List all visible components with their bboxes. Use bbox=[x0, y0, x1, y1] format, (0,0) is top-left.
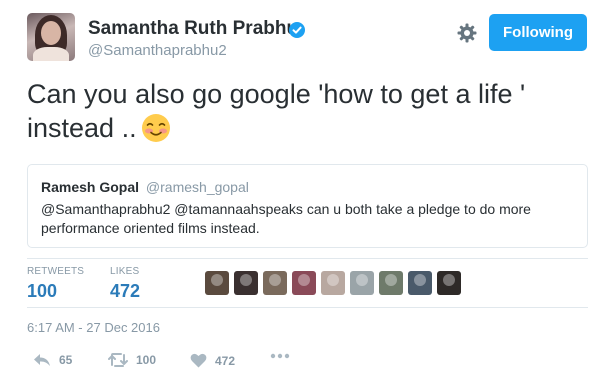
blushing-smile-emoji-icon bbox=[141, 114, 170, 142]
liker-avatars bbox=[205, 271, 466, 295]
likes-count[interactable]: 472 bbox=[110, 281, 140, 302]
liker-avatar[interactable] bbox=[408, 271, 432, 295]
retweets-count[interactable]: 100 bbox=[27, 281, 57, 302]
retweet-icon bbox=[108, 353, 128, 367]
likes-label: LIKES bbox=[110, 266, 140, 277]
liker-avatar[interactable] bbox=[379, 271, 403, 295]
reply-icon bbox=[34, 354, 50, 366]
liker-avatar[interactable] bbox=[321, 271, 345, 295]
verified-badge-icon bbox=[289, 22, 305, 38]
divider-bottom bbox=[27, 307, 588, 308]
following-button[interactable]: Following bbox=[489, 14, 587, 51]
tweet-text-content: Can you also go google 'how to get a lif… bbox=[27, 79, 526, 143]
retweet-button[interactable]: 100 bbox=[108, 353, 156, 367]
quoted-tweet-author: Ramesh Gopal @ramesh_gopal bbox=[41, 179, 249, 195]
like-button[interactable]: 472 bbox=[190, 353, 235, 368]
avatar[interactable] bbox=[27, 13, 75, 61]
gear-icon[interactable] bbox=[457, 23, 477, 43]
avatar-body bbox=[33, 47, 69, 61]
retweets-label: RETWEETS bbox=[27, 266, 85, 277]
liker-avatar[interactable] bbox=[292, 271, 316, 295]
divider-top bbox=[27, 258, 588, 259]
user-handle[interactable]: @Samanthaprabhu2 bbox=[88, 42, 227, 59]
avatar-face bbox=[41, 21, 61, 45]
quoted-tweet-name: Ramesh Gopal bbox=[41, 179, 140, 195]
quoted-tweet-handle: @ramesh_gopal bbox=[145, 179, 249, 195]
timestamp[interactable]: 6:17 AM - 27 Dec 2016 bbox=[27, 320, 160, 335]
tweet-text: Can you also go google 'how to get a lif… bbox=[27, 77, 587, 145]
liker-avatar[interactable] bbox=[263, 271, 287, 295]
heart-icon bbox=[190, 353, 207, 368]
liker-avatar[interactable] bbox=[437, 271, 461, 295]
reply-count: 65 bbox=[59, 353, 73, 367]
like-count: 472 bbox=[215, 353, 236, 368]
reply-button[interactable]: 65 bbox=[33, 353, 72, 367]
liker-avatar[interactable] bbox=[205, 271, 229, 295]
liker-avatar[interactable] bbox=[350, 271, 374, 295]
liker-avatar[interactable] bbox=[234, 271, 258, 295]
retweet-count: 100 bbox=[136, 353, 157, 367]
display-name[interactable]: Samantha Ruth Prabhu bbox=[88, 18, 298, 40]
quoted-tweet-card[interactable]: Ramesh Gopal @ramesh_gopal @Samanthaprab… bbox=[27, 164, 588, 248]
more-dots-icon bbox=[270, 353, 290, 359]
more-button[interactable] bbox=[270, 353, 298, 359]
quoted-tweet-text: @Samanthaprabhu2 @tamannaahspeaks can u … bbox=[41, 201, 531, 236]
